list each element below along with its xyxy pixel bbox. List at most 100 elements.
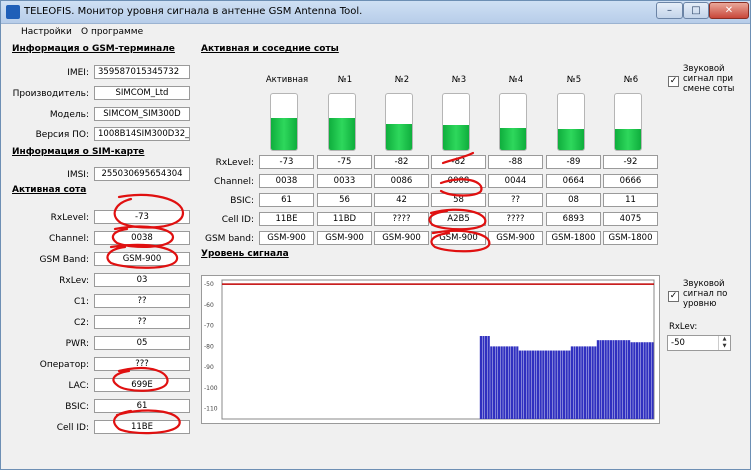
neighbor-cell-field[interactable]: 42: [374, 193, 429, 207]
neighbor-cell-field[interactable]: 0044: [488, 174, 543, 188]
minimize-button[interactable]: –: [656, 2, 683, 19]
y-tick-label: -90: [204, 364, 214, 371]
neighbor-column-header: Активная: [265, 75, 309, 85]
neighbor-cell-field[interactable]: -88: [488, 155, 543, 169]
signal-history-bar: [521, 350, 524, 419]
neighbor-cell-field[interactable]: -73: [259, 155, 314, 169]
firmware-field[interactable]: 1008B14SIM300D32_: [94, 127, 190, 141]
gsm-terminal-title: Информация о GSM-терминале: [12, 44, 175, 54]
active-cell-field[interactable]: -73: [94, 210, 190, 224]
signal-history-bar: [552, 350, 555, 419]
active-cell-field[interactable]: 0038: [94, 231, 190, 245]
signal-history-bar: [622, 340, 625, 419]
menu-settings[interactable]: Настройки: [21, 27, 72, 37]
signal-history-bar: [490, 346, 493, 419]
close-button[interactable]: ✕: [709, 2, 749, 19]
neighbor-cell-field[interactable]: GSM-900: [259, 231, 314, 245]
neighbor-cell-field[interactable]: GSM-900: [317, 231, 372, 245]
manufacturer-field[interactable]: SIMCOM_Ltd: [94, 86, 190, 100]
neighbor-cell-field[interactable]: 0666: [603, 174, 658, 188]
signal-history-bar: [547, 350, 550, 419]
y-tick-label: -110: [204, 406, 218, 413]
signal-history-bar: [492, 346, 495, 419]
signal-history-bar: [544, 350, 547, 419]
neighbor-cell-field[interactable]: GSM-900: [374, 231, 429, 245]
signal-history-bar: [638, 342, 641, 419]
title-bar[interactable]: TELEOFIS. Монитор уровня сигнала в антен…: [1, 1, 750, 24]
rxlev-threshold-spinner[interactable]: -50 ▲ ▼: [667, 335, 731, 351]
signal-strength-fill: [500, 128, 526, 150]
signal-history-bar: [534, 350, 537, 419]
maximize-button[interactable]: □: [683, 2, 709, 19]
neighbor-cell-field[interactable]: GSM-900: [488, 231, 543, 245]
active-cell-field[interactable]: 03: [94, 273, 190, 287]
signal-history-bar: [576, 346, 579, 419]
model-field[interactable]: SIMCOM_SIM300D: [94, 107, 190, 121]
neighbor-cell-field[interactable]: 0664: [546, 174, 601, 188]
menu-about[interactable]: О программе: [81, 27, 143, 37]
neighbor-cell-field[interactable]: GSM-1800: [603, 231, 658, 245]
active-cell-label: C2:: [73, 318, 89, 328]
signal-history-bar: [524, 350, 527, 419]
neighbor-cell-field[interactable]: 56: [317, 193, 372, 207]
manufacturer-label: Производитель:: [12, 89, 89, 99]
imsi-field[interactable]: 255030695654304: [94, 167, 190, 181]
neighbor-cell-field[interactable]: -89: [546, 155, 601, 169]
neighbor-cell-field[interactable]: GSM-900: [431, 231, 486, 245]
signal-history-bar: [505, 346, 508, 419]
neighbor-cell-field[interactable]: 58: [431, 193, 486, 207]
neighbor-row-label: Channel:: [214, 177, 254, 187]
neighbor-cell-field[interactable]: 0038: [259, 174, 314, 188]
sim-title: Информация о SIM-карте: [12, 147, 145, 157]
signal-history-bar: [589, 346, 592, 419]
signal-history-bar: [516, 346, 519, 419]
neighbor-cell-field[interactable]: 6893: [546, 212, 601, 226]
signal-history-bar: [599, 340, 602, 419]
active-cell-field[interactable]: 61: [94, 399, 190, 413]
signal-history-bar: [537, 350, 540, 419]
neighbor-cell-field[interactable]: ??: [488, 193, 543, 207]
active-cell-field[interactable]: ??: [94, 294, 190, 308]
neighbor-cell-field[interactable]: -82: [431, 155, 486, 169]
neighbor-cell-field[interactable]: ????: [374, 212, 429, 226]
active-cell-label: C1:: [73, 297, 89, 307]
neighbor-cell-field[interactable]: 11BE: [259, 212, 314, 226]
sound-by-level-checkbox[interactable]: ✓: [668, 291, 679, 302]
signal-history-bar: [646, 342, 649, 419]
neighbor-cell-field[interactable]: 4075: [603, 212, 658, 226]
active-cell-field[interactable]: 05: [94, 336, 190, 350]
neighbor-cell-field[interactable]: 11BD: [317, 212, 372, 226]
sound-cell-change-checkbox[interactable]: ✓: [668, 76, 679, 87]
firmware-label: Версия ПО:: [35, 130, 89, 140]
signal-chart: -50 -60 -70 -80 -90 -100 -110: [201, 275, 660, 424]
neighbor-cell-field[interactable]: -92: [603, 155, 658, 169]
neighbor-cell-field[interactable]: A2B5: [431, 212, 486, 226]
neighbor-cell-field[interactable]: 0086: [374, 174, 429, 188]
active-cell-title: Активная сота: [12, 185, 87, 195]
sound-by-level-label: Звуковой сигнал по уровню: [683, 279, 728, 309]
active-cell-field[interactable]: 699E: [94, 378, 190, 392]
active-cell-field[interactable]: ??: [94, 315, 190, 329]
signal-strength-bar: [557, 93, 585, 151]
active-cell-field[interactable]: GSM-900: [94, 252, 190, 266]
neighbor-cell-field[interactable]: 08: [546, 193, 601, 207]
signal-history-bar: [565, 350, 568, 419]
neighbor-cell-field[interactable]: 0008: [431, 174, 486, 188]
neighbor-cell-field[interactable]: 0033: [317, 174, 372, 188]
imei-field[interactable]: 359587015345732: [94, 65, 190, 79]
signal-history-bar: [555, 350, 558, 419]
neighbor-cell-field[interactable]: 61: [259, 193, 314, 207]
signal-history-bar: [620, 340, 623, 419]
neighbor-cell-field[interactable]: 11: [603, 193, 658, 207]
neighbor-cell-field[interactable]: GSM-1800: [546, 231, 601, 245]
neighbor-cell-field[interactable]: -82: [374, 155, 429, 169]
signal-history-bar: [583, 346, 586, 419]
y-tick-label: -60: [204, 302, 214, 309]
y-tick-label: -80: [204, 343, 214, 350]
active-cell-field[interactable]: 11BE: [94, 420, 190, 434]
neighbor-cell-field[interactable]: -75: [317, 155, 372, 169]
neighbor-cell-field[interactable]: ????: [488, 212, 543, 226]
signal-history-bar: [557, 350, 560, 419]
active-cell-field[interactable]: ???: [94, 357, 190, 371]
spinner-arrows-icon[interactable]: ▲ ▼: [718, 336, 730, 350]
